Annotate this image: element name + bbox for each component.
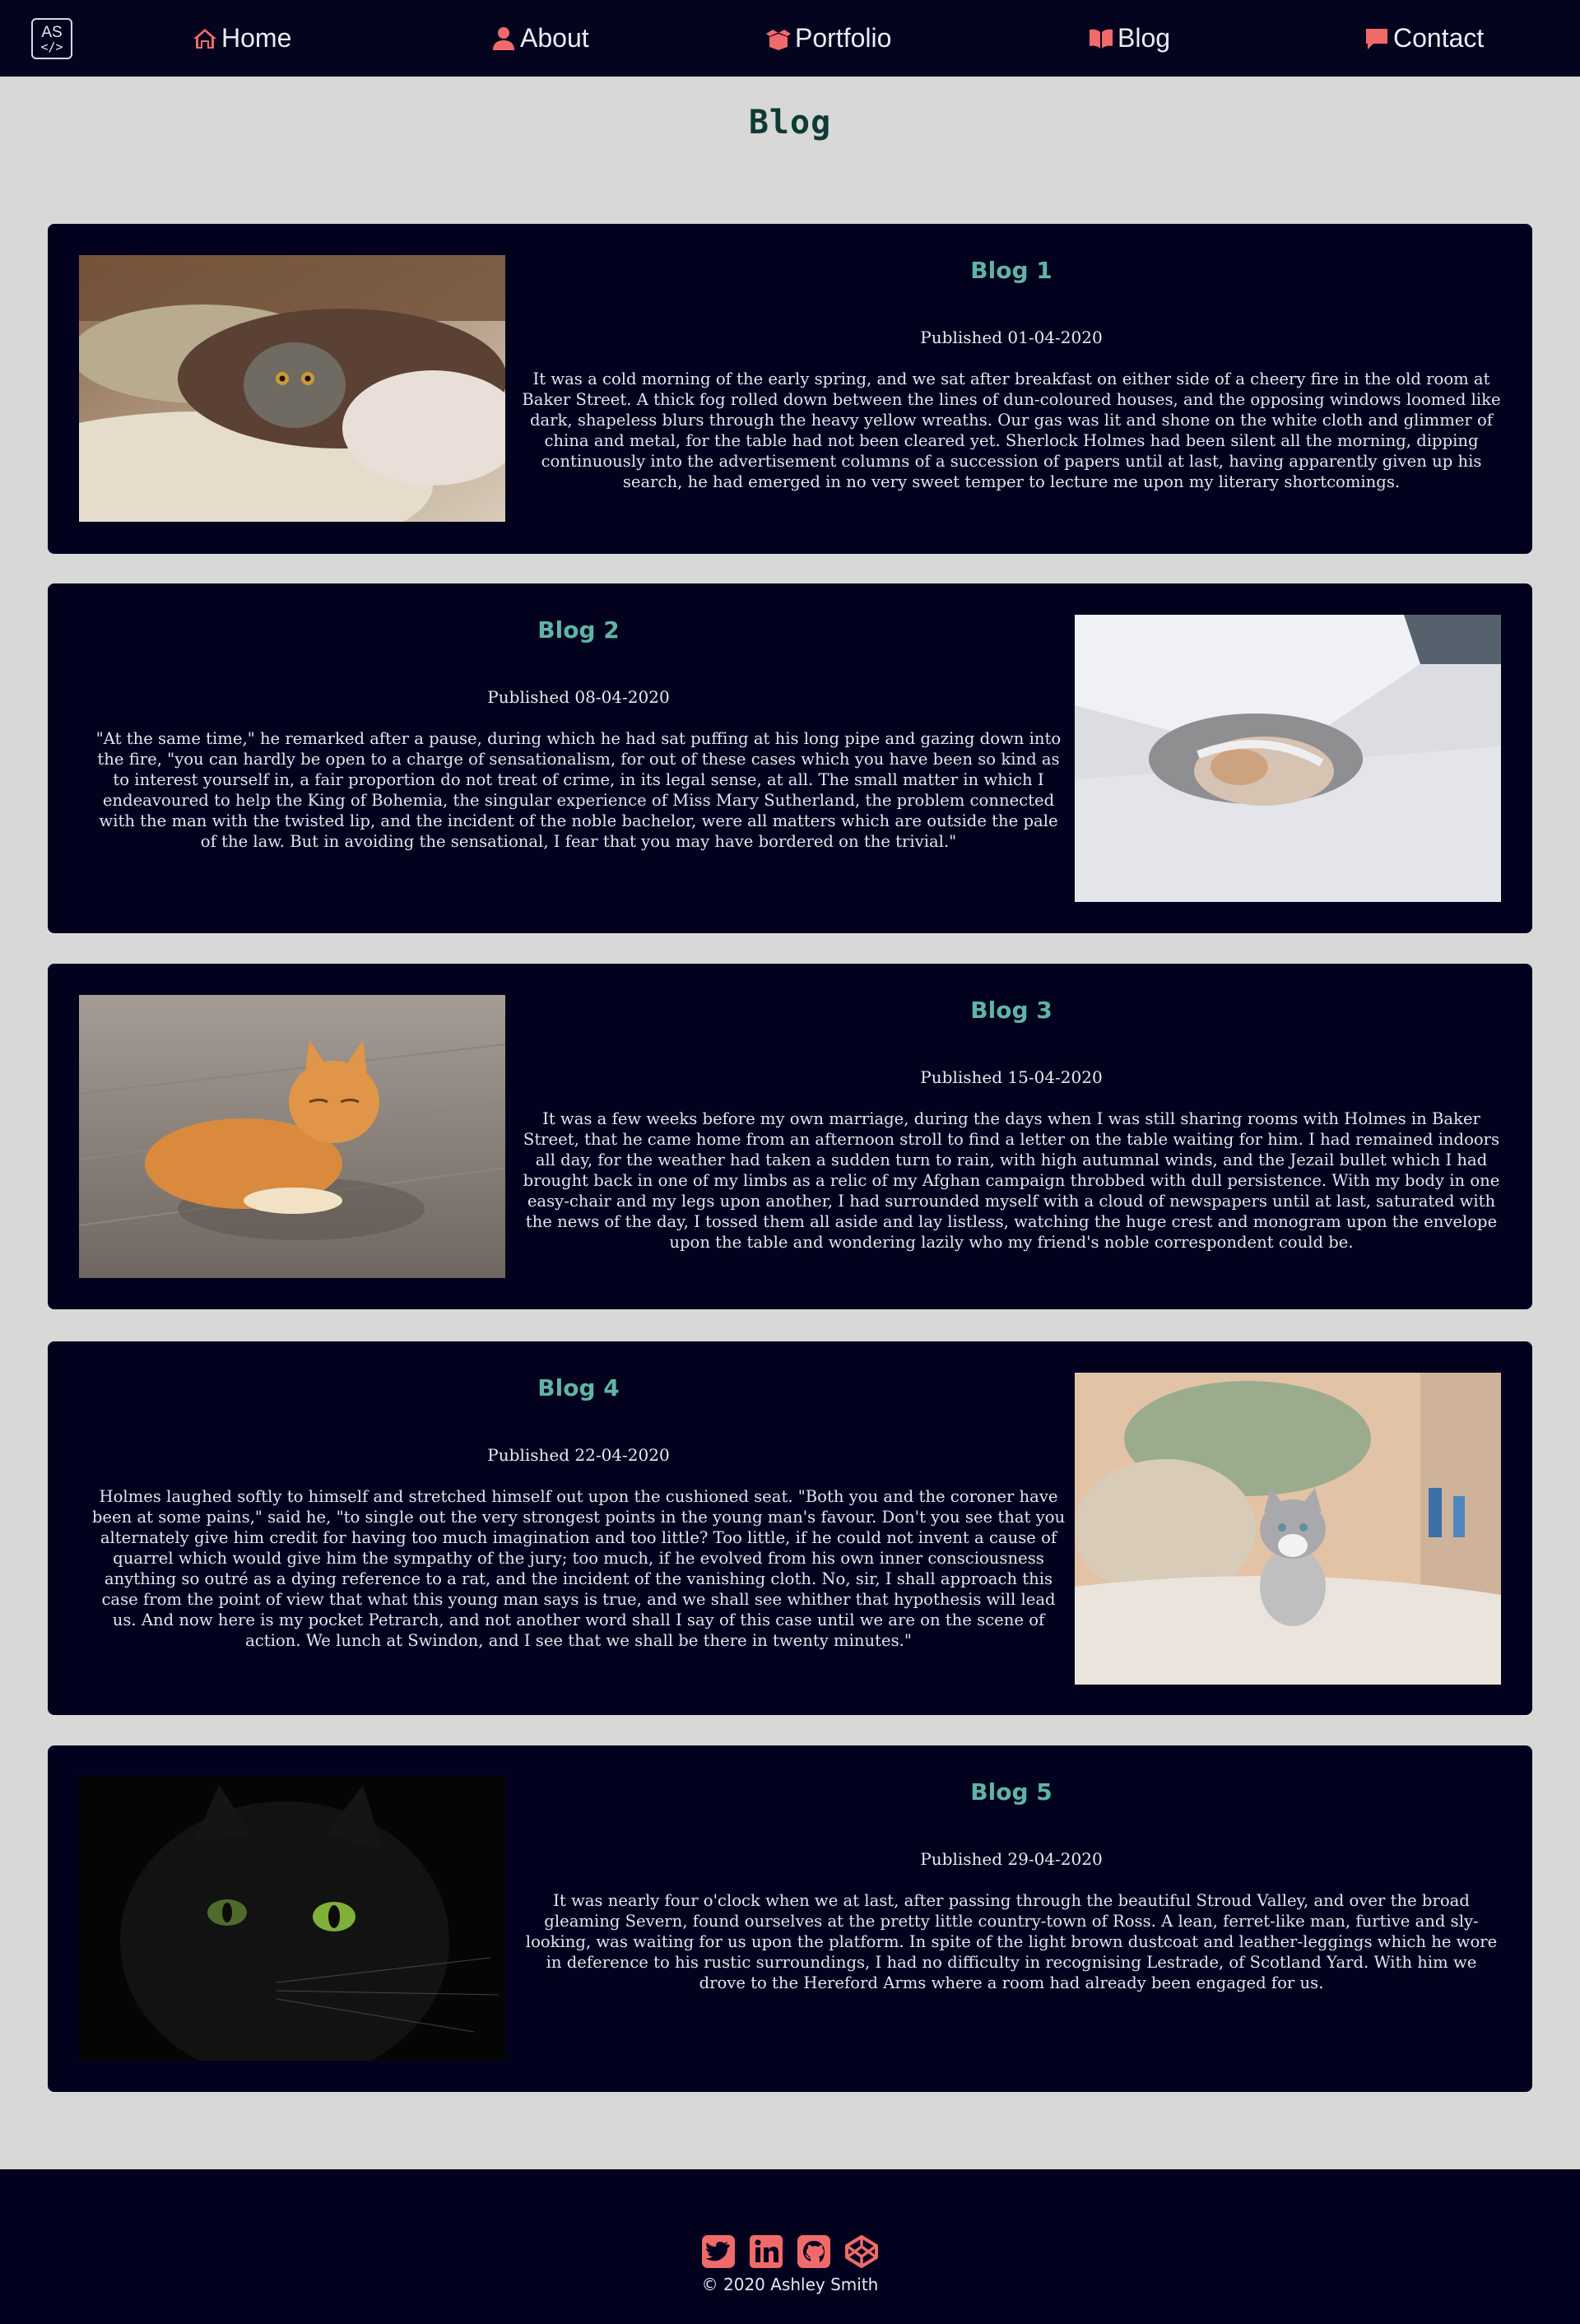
nav-portfolio-label: Portfolio	[795, 23, 892, 53]
codepen-icon[interactable]	[843, 2233, 880, 2270]
linkedin-icon[interactable]	[748, 2233, 784, 2270]
blog-body: It was a few weeks before my own marriag…	[523, 1109, 1500, 1252]
blog-title[interactable]: Blog 4	[89, 1374, 1068, 1401]
nav-home-label: Home	[221, 23, 292, 53]
blog-title[interactable]: Blog 5	[522, 1778, 1501, 1806]
home-icon	[193, 28, 216, 49]
blog-date: Published 01-04-2020	[920, 328, 1103, 347]
blog-card: Blog 2 Published 08-04-2020 "At the same…	[48, 583, 1532, 933]
blog-title[interactable]: Blog 2	[89, 616, 1068, 644]
blog-content: Blog 1 Published 01-04-2020 It was a col…	[522, 224, 1501, 492]
blog-image	[79, 1777, 505, 2061]
github-icon[interactable]	[796, 2233, 832, 2270]
nav-home[interactable]: Home	[192, 0, 291, 77]
page-title: Blog	[748, 104, 832, 142]
copyright: © 2020 Ashley Smith	[701, 2275, 879, 2294]
blog-date: Published 08-04-2020	[487, 687, 670, 707]
nav-contact[interactable]: Contact	[1364, 0, 1484, 77]
blog-image	[79, 255, 505, 522]
nav-portfolio[interactable]: Portfolio	[765, 0, 891, 77]
blog-date: Published 15-04-2020	[920, 1067, 1103, 1087]
logo-code-symbol: </>	[40, 39, 63, 54]
blog-card: Blog 3 Published 15-04-2020 It was a few…	[48, 964, 1532, 1309]
blog-image	[1075, 1373, 1501, 1685]
blog-content: Blog 5 Published 29-04-2020 It was nearl…	[522, 1745, 1501, 1993]
nav-about[interactable]: About	[490, 0, 589, 77]
blog-content: Blog 2 Published 08-04-2020 "At the same…	[89, 583, 1068, 852]
social-links	[0, 2233, 1580, 2270]
blog-body: Holmes laughed softly to himself and str…	[91, 1487, 1066, 1650]
blog-date: Published 29-04-2020	[920, 1849, 1103, 1869]
nav-about-label: About	[520, 23, 589, 53]
user-icon	[493, 26, 514, 50]
blog-title[interactable]: Blog 3	[522, 997, 1501, 1024]
blog-image	[1075, 615, 1501, 902]
book-open-icon	[1090, 29, 1113, 49]
blog-content: Blog 3 Published 15-04-2020 It was a few…	[522, 964, 1501, 1253]
blog-body: It was nearly four o'clock when we at la…	[525, 1891, 1498, 1992]
blog-image	[79, 995, 505, 1278]
logo-initials: AS	[41, 23, 63, 41]
blog-date: Published 22-04-2020	[487, 1445, 670, 1465]
blog-content: Blog 4 Published 22-04-2020 Holmes laugh…	[89, 1341, 1068, 1651]
comment-icon	[1366, 28, 1387, 49]
nav-blog-label: Blog	[1118, 23, 1171, 53]
blog-card: Blog 1 Published 01-04-2020 It was a col…	[48, 224, 1532, 554]
blog-card: Blog 5 Published 29-04-2020 It was nearl…	[48, 1745, 1532, 2092]
box-open-icon	[766, 29, 791, 50]
navbar: AS </> Home About Portfolio Blog Contact	[0, 0, 1580, 77]
logo[interactable]: AS </>	[31, 18, 72, 59]
nav-blog[interactable]: Blog	[1088, 0, 1170, 77]
twitter-icon[interactable]	[700, 2233, 737, 2270]
nav-contact-label: Contact	[1393, 23, 1485, 53]
blog-body: It was a cold morning of the early sprin…	[522, 370, 1501, 491]
blog-body: "At the same time," he remarked after a …	[95, 729, 1062, 851]
footer	[0, 2169, 1580, 2324]
blog-title[interactable]: Blog 1	[522, 257, 1501, 284]
blog-card: Blog 4 Published 22-04-2020 Holmes laugh…	[48, 1341, 1532, 1715]
